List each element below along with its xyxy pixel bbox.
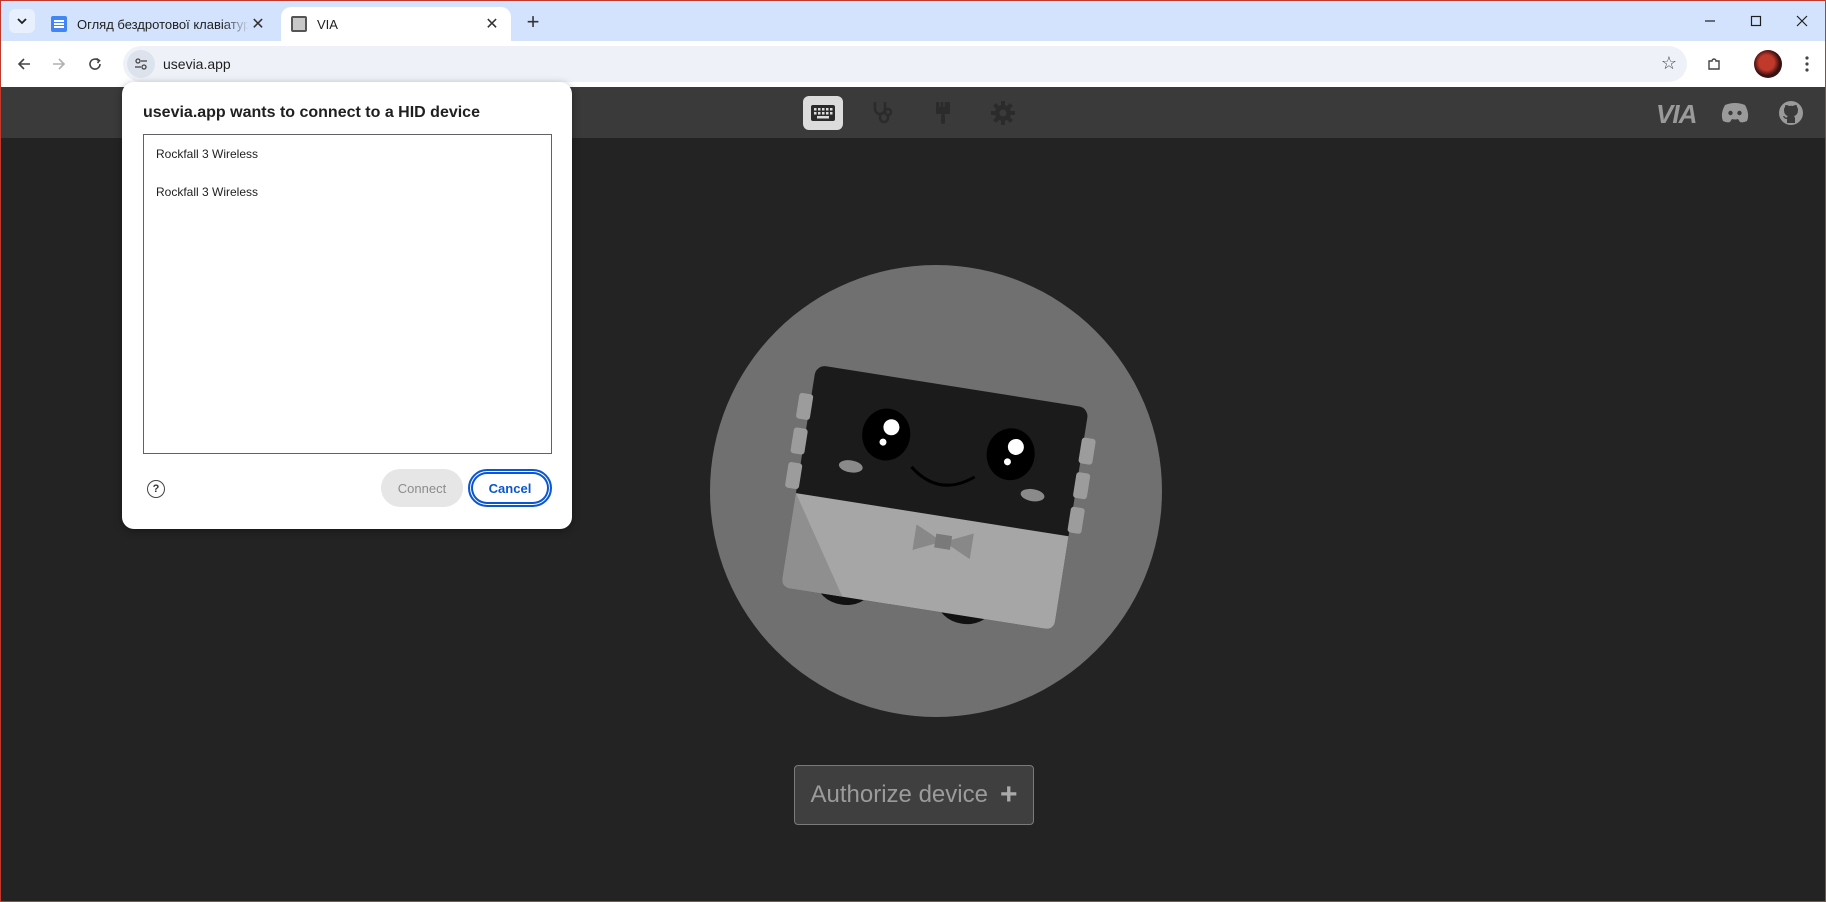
tab-via[interactable]: VIA ✕: [281, 7, 511, 41]
via-icon: [291, 16, 307, 32]
tab-search-button[interactable]: [9, 9, 35, 33]
help-icon[interactable]: ?: [147, 480, 165, 498]
browser-toolbar: usevia.app ☆: [1, 41, 1825, 87]
profile-avatar[interactable]: [1754, 50, 1782, 78]
dialog-title: usevia.app wants to connect to a HID dev…: [143, 104, 480, 121]
github-icon[interactable]: [1771, 96, 1811, 130]
paintbrush-icon[interactable]: [923, 96, 963, 130]
puzzle-icon: [1708, 58, 1720, 70]
chevron-down-icon: [17, 18, 27, 25]
minimize-icon: [1705, 20, 1715, 22]
cancel-button[interactable]: Cancel: [468, 469, 552, 507]
tune-icon: [135, 58, 147, 70]
connect-button[interactable]: Connect: [381, 469, 463, 507]
device-list-item[interactable]: Rockfall 3 Wireless: [144, 135, 551, 173]
site-info-button[interactable]: [127, 50, 155, 78]
browser-window: Огляд бездротової клавіатури ✕ VIA ✕ + u…: [0, 0, 1826, 902]
discord-icon[interactable]: [1715, 96, 1755, 130]
more-vertical-icon: [1805, 56, 1809, 72]
authorize-label: Authorize device: [810, 781, 988, 808]
address-bar[interactable]: usevia.app ☆: [123, 46, 1687, 82]
reload-icon: [89, 57, 101, 70]
authorize-device-button[interactable]: Authorize device +: [794, 765, 1034, 825]
url-text: usevia.app: [163, 56, 231, 72]
close-icon[interactable]: ✕: [483, 15, 501, 33]
device-list: Rockfall 3 Wireless Rockfall 3 Wireless: [143, 134, 552, 454]
new-tab-button[interactable]: +: [521, 9, 545, 34]
close-icon: [1796, 15, 1808, 27]
minimize-button[interactable]: [1687, 1, 1733, 41]
maximize-icon: [1750, 15, 1762, 27]
bookmark-star-icon[interactable]: ☆: [1661, 53, 1677, 74]
via-mascot-illustration: [710, 265, 1162, 717]
back-button[interactable]: [10, 50, 38, 78]
extensions-button[interactable]: [1700, 50, 1728, 78]
arrow-left-icon: [17, 58, 30, 70]
hid-permission-dialog: usevia.app wants to connect to a HID dev…: [122, 82, 572, 529]
plus-icon: +: [999, 778, 1018, 811]
tab-docs[interactable]: Огляд бездротової клавіатури ✕: [41, 7, 277, 41]
stethoscope-icon[interactable]: [863, 96, 903, 130]
google-docs-icon: [51, 16, 67, 32]
device-list-item[interactable]: Rockfall 3 Wireless: [144, 173, 551, 211]
maximize-button[interactable]: [1733, 1, 1779, 41]
gear-icon[interactable]: [983, 96, 1023, 130]
tab-title: Огляд бездротової клавіатури: [77, 16, 249, 32]
close-icon[interactable]: ✕: [249, 15, 267, 33]
reload-button[interactable]: [81, 50, 109, 78]
forward-button[interactable]: [45, 50, 73, 78]
keyboard-icon[interactable]: [803, 96, 843, 130]
tab-title: VIA: [317, 16, 338, 32]
via-logo[interactable]: VIA: [1656, 99, 1697, 130]
browser-menu-button[interactable]: [1793, 50, 1821, 78]
arrow-right-icon: [53, 58, 66, 70]
close-window-button[interactable]: [1779, 1, 1825, 41]
tab-strip: Огляд бездротової клавіатури ✕ VIA ✕ +: [1, 1, 1825, 41]
